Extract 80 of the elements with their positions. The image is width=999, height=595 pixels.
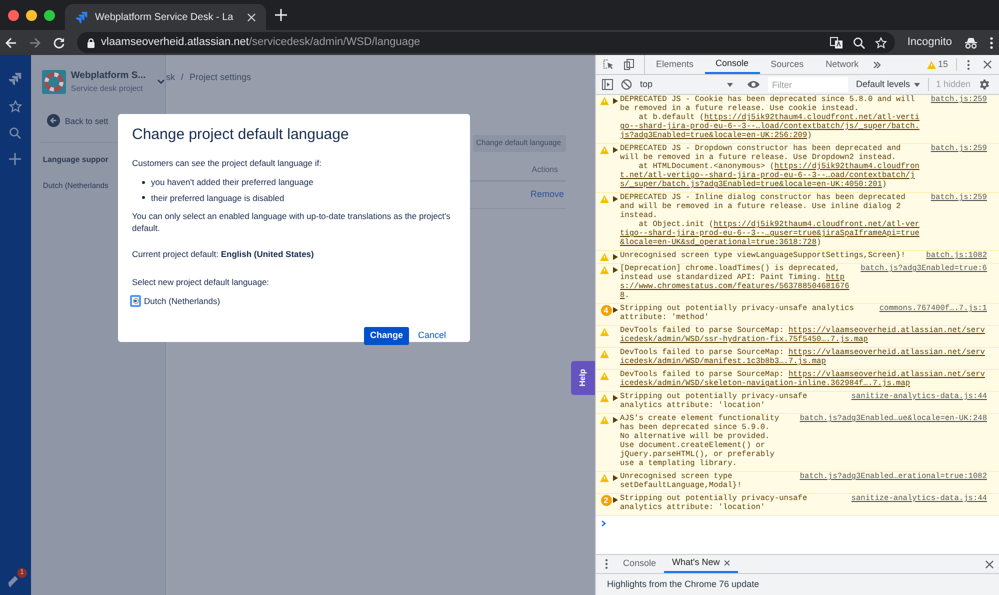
lifebuoy-avatar-icon bbox=[42, 70, 66, 94]
minimize-window-button[interactable] bbox=[26, 10, 37, 20]
address-field[interactable]: vlaamseoverheid.atlassian.net/servicedesk/admin/WSD/language bbox=[77, 32, 896, 53]
expand-triangle-icon[interactable] bbox=[613, 417, 618, 423]
expand-triangle-icon[interactable] bbox=[613, 196, 618, 202]
devtools-tab[interactable]: Elements bbox=[645, 55, 705, 74]
expand-triangle-icon[interactable] bbox=[613, 395, 618, 401]
clear-console-icon[interactable] bbox=[621, 79, 632, 90]
expand-triangle-icon[interactable] bbox=[613, 307, 618, 313]
back-arrow-icon[interactable] bbox=[5, 36, 17, 48]
project-type: Service desk project bbox=[70, 83, 144, 96]
expand-triangle-icon[interactable] bbox=[613, 254, 618, 260]
translate-icon[interactable] bbox=[830, 36, 844, 48]
close-icon[interactable] bbox=[985, 560, 994, 568]
repeat-count-badge: 2 bbox=[600, 495, 612, 506]
radio-label[interactable]: Dutch (Netherlands) bbox=[144, 294, 220, 308]
select-label: Select new project default language: bbox=[132, 276, 270, 289]
close-window-button[interactable] bbox=[8, 10, 19, 20]
column-header: Actions bbox=[532, 164, 558, 176]
expand-triangle-icon[interactable] bbox=[613, 147, 618, 153]
forward-arrow-icon[interactable] bbox=[29, 36, 41, 48]
profile-label[interactable]: Incognito bbox=[907, 34, 952, 51]
plus-icon[interactable] bbox=[9, 153, 22, 165]
chevron-down-icon[interactable] bbox=[156, 79, 165, 86]
dialog-text: Customers can see the project default language if: bbox=[132, 157, 322, 170]
eye-icon[interactable] bbox=[747, 80, 760, 89]
dialog-text: You can only select an enabled language with up-to-date translations as the project's default. bbox=[132, 210, 452, 234]
breadcrumb-separator: / bbox=[181, 71, 184, 84]
zoom-icon[interactable] bbox=[853, 36, 866, 48]
settings-icon[interactable] bbox=[978, 79, 990, 90]
repeat-count-badge: 4 bbox=[600, 305, 612, 316]
search-icon[interactable] bbox=[9, 127, 22, 139]
cancel-button[interactable]: Cancel bbox=[412, 326, 452, 344]
more-options-icon[interactable] bbox=[990, 36, 993, 48]
change-button[interactable]: Change bbox=[364, 326, 409, 344]
more-options-icon[interactable] bbox=[605, 559, 608, 569]
lock-icon bbox=[87, 38, 95, 48]
radio-button[interactable] bbox=[130, 295, 141, 308]
expand-triangle-icon[interactable] bbox=[613, 267, 618, 273]
help-tab[interactable]: Help bbox=[571, 361, 595, 395]
more-options-icon[interactable] bbox=[967, 60, 970, 70]
expand-triangle-icon[interactable] bbox=[613, 98, 618, 104]
list-item-text: their preferred language is disabled bbox=[151, 192, 284, 204]
caret-icon bbox=[727, 82, 733, 86]
whats-new-headline: Highlights from the Chrome 76 update bbox=[607, 578, 760, 591]
expand-triangle-icon[interactable] bbox=[613, 475, 618, 481]
maximize-window-button[interactable] bbox=[44, 10, 55, 20]
prompt-chevron-icon[interactable] bbox=[601, 520, 607, 527]
inspect-element-icon[interactable] bbox=[603, 59, 614, 70]
bullet-icon bbox=[142, 196, 145, 200]
context-selector[interactable]: top bbox=[640, 78, 735, 92]
close-icon[interactable] bbox=[983, 60, 992, 69]
reload-icon[interactable] bbox=[53, 36, 65, 48]
list-item-text: you haven't added their preferred language bbox=[151, 176, 314, 188]
device-toolbar-icon[interactable] bbox=[624, 59, 634, 70]
devtools-tab[interactable]: Network bbox=[814, 55, 870, 74]
drawer-tab[interactable]: Console bbox=[615, 555, 664, 573]
jira-logo-icon[interactable] bbox=[8, 72, 22, 86]
expand-triangle-icon[interactable] bbox=[613, 497, 618, 503]
more-tabs-icon[interactable] bbox=[872, 60, 881, 68]
bullet-icon bbox=[142, 180, 145, 184]
browser-tab[interactable]: Webplatform Service Desk - La bbox=[65, 4, 266, 30]
star-icon[interactable] bbox=[8, 100, 22, 113]
project-name: Webplatform S... bbox=[70, 69, 146, 83]
new-tab-icon[interactable] bbox=[275, 9, 288, 21]
jira-logo-icon bbox=[75, 10, 88, 24]
close-icon[interactable] bbox=[724, 560, 730, 566]
filter-field[interactable]: Filter bbox=[768, 77, 848, 92]
sidebar-toggle-icon[interactable] bbox=[602, 79, 613, 90]
back-link[interactable]: Back to sett bbox=[64, 114, 108, 127]
dialog-title: Change project default language bbox=[132, 125, 350, 145]
caret-icon bbox=[914, 82, 920, 86]
warning-icon bbox=[926, 60, 936, 68]
close-icon[interactable] bbox=[247, 12, 256, 22]
hidden-count: 1 hidden bbox=[928, 78, 971, 92]
current-default-text: Current project default: English (United States) bbox=[132, 248, 315, 261]
incognito-icon[interactable] bbox=[964, 36, 978, 48]
log-levels-dropdown[interactable]: Default levels bbox=[856, 78, 920, 92]
warning-counter[interactable]: 15 bbox=[926, 58, 957, 72]
devtools-tab[interactable]: Sources bbox=[760, 55, 815, 74]
